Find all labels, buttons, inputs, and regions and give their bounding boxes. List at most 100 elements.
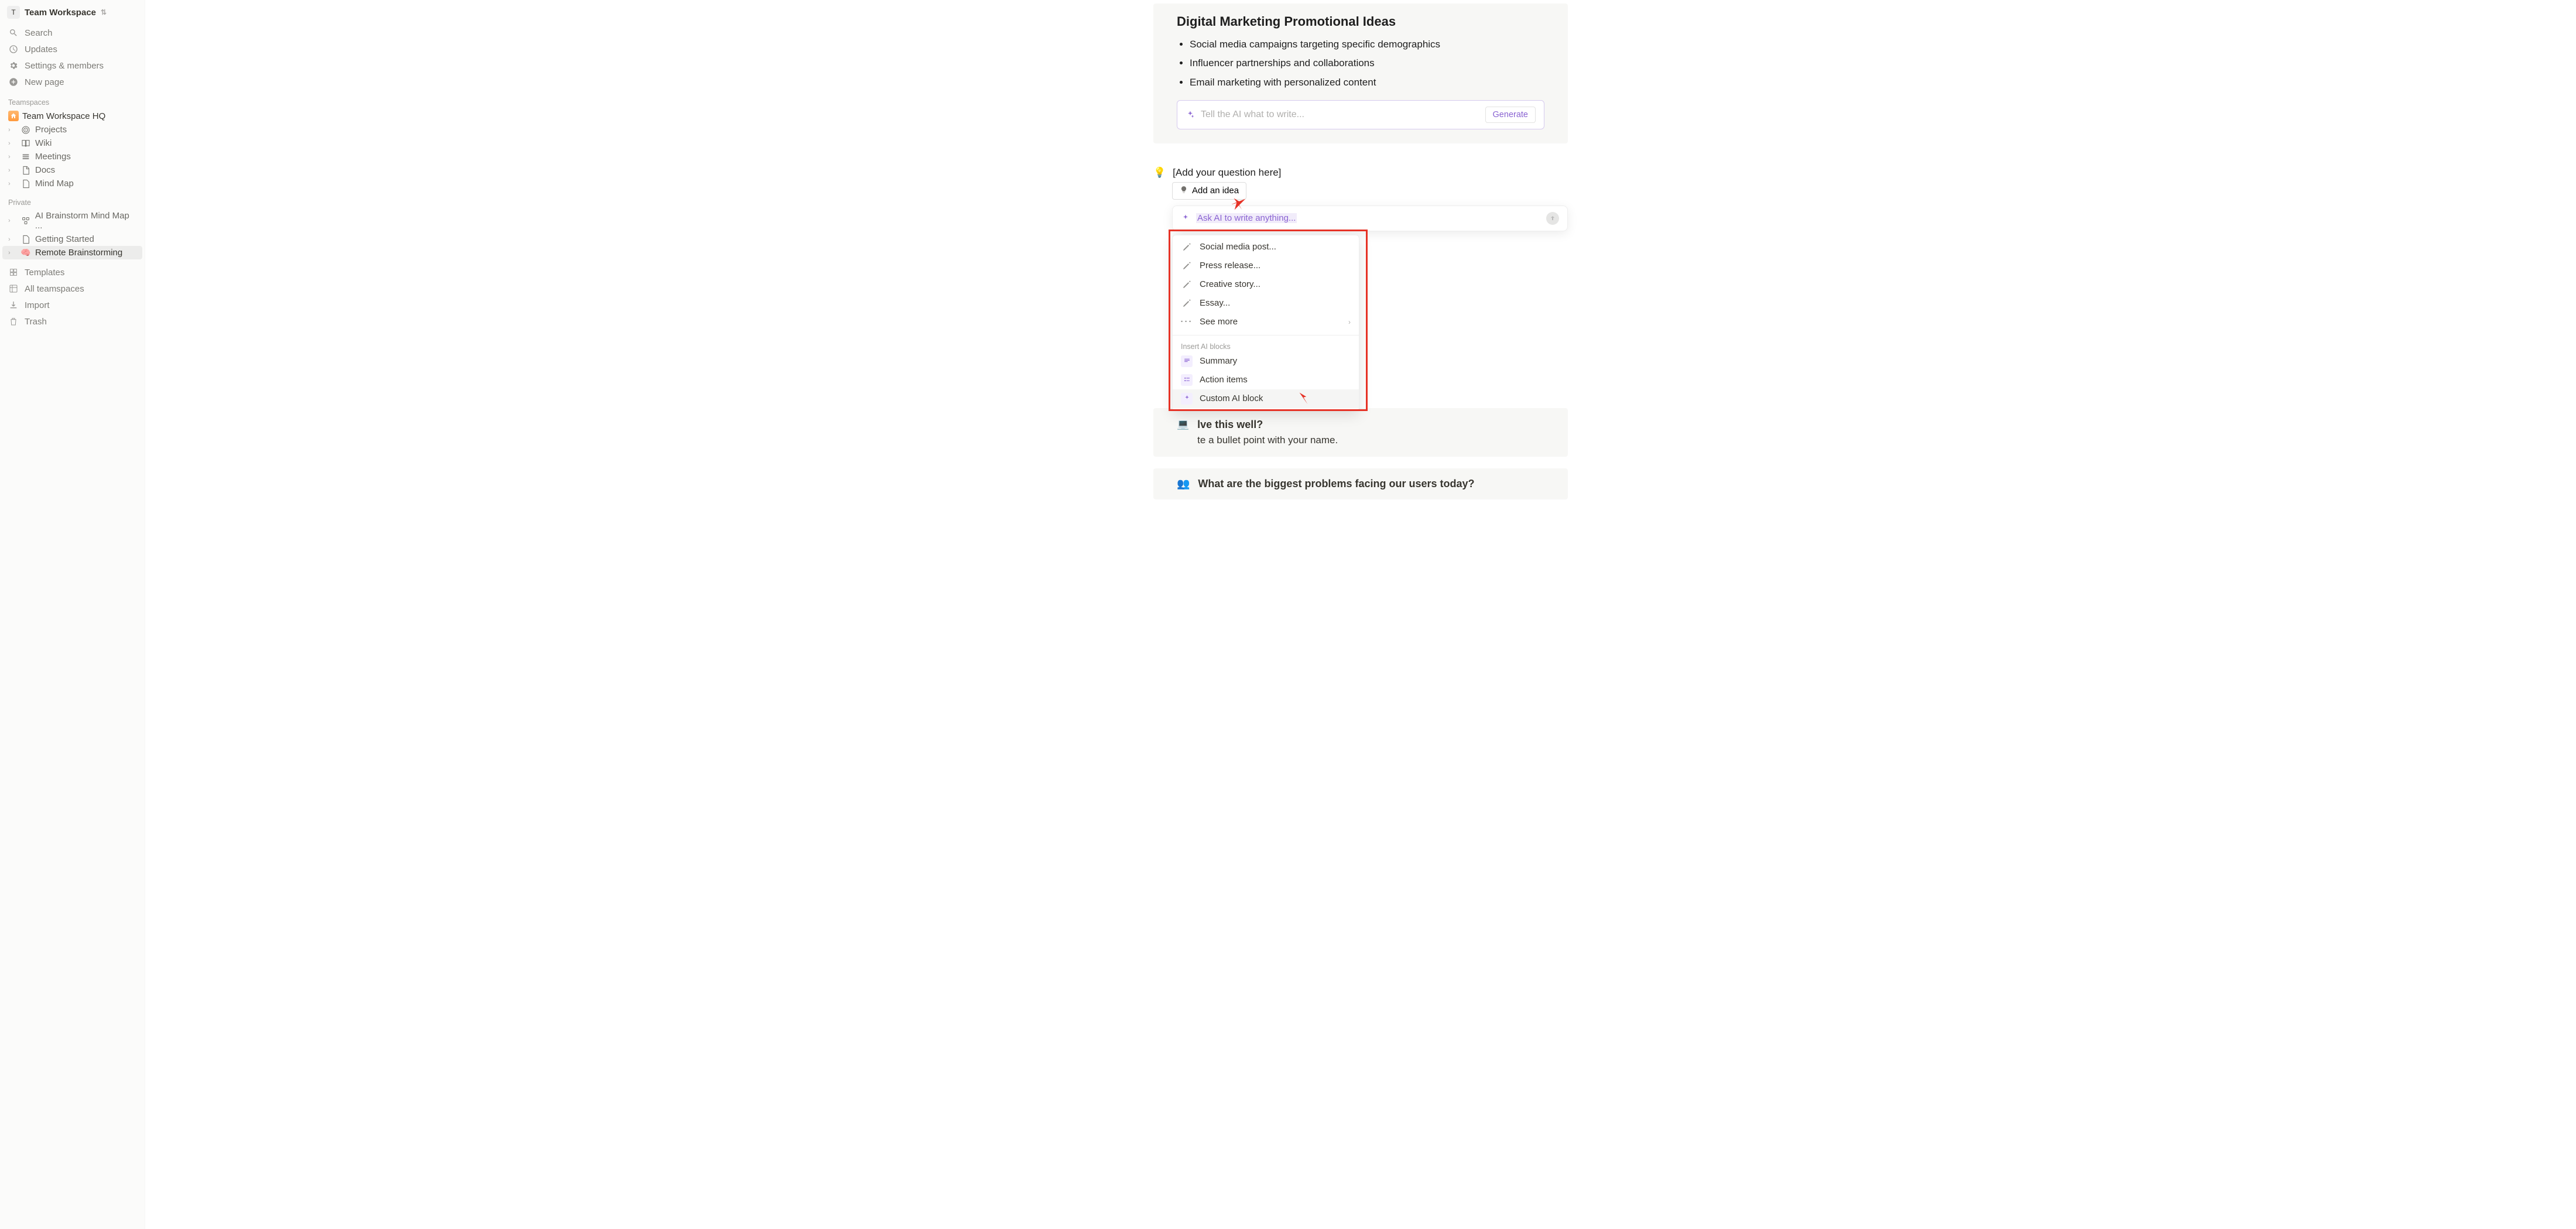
idea-block: 💡 [Add your question here] Add an idea A… [1153, 167, 1568, 499]
dd-essay[interactable]: Essay... [1173, 294, 1359, 313]
sidebar-all-teamspaces-label: All teamspaces [25, 284, 84, 294]
clock-icon [8, 44, 19, 54]
tree-remote-brainstorm-label: Remote Brainstorming [35, 248, 122, 258]
page-icon [20, 179, 32, 189]
sidebar-search[interactable]: Search [2, 25, 142, 41]
chevron-right-icon: › [8, 180, 16, 187]
workspace-switcher[interactable]: T Team Workspace ⇅ [2, 4, 142, 25]
chevron-right-icon: › [8, 217, 16, 224]
ai-dropdown: Social media post... Press release... Cr… [1172, 235, 1359, 411]
plus-circle-icon [8, 77, 19, 87]
summary-icon [1181, 355, 1193, 367]
pen-icon [1181, 260, 1193, 272]
tree-remote-brainstorm[interactable]: › 🧠 Remote Brainstorming [2, 246, 142, 259]
dd-summary[interactable]: Summary [1173, 352, 1359, 371]
checklist-icon [1181, 374, 1193, 386]
bulb-icon: 💡 [1153, 167, 1166, 179]
tree-mindmap[interactable]: › Mind Map [2, 177, 142, 190]
tree-ai-brainstorm[interactable]: › AI Brainstorm Mind Map ... [2, 209, 142, 232]
bulb-outline-icon [1180, 186, 1188, 196]
tree-getting-started-label: Getting Started [35, 234, 94, 244]
ideas-list: Social media campaigns targeting specifi… [1177, 35, 1544, 92]
templates-icon [8, 267, 19, 278]
tree-hq-label: Team Workspace HQ [22, 111, 105, 121]
idea-question[interactable]: [Add your question here] [1173, 167, 1281, 179]
dd-creative-story-label: Creative story... [1200, 279, 1260, 289]
ai-input-placeholder: Tell the AI what to write... [1201, 109, 1485, 120]
tree-meetings[interactable]: › Meetings [2, 150, 142, 163]
download-icon [8, 300, 19, 310]
dd-custom-ai-block-label: Custom AI block [1200, 393, 1263, 403]
ask-ai-placeholder: Ask AI to write anything... [1196, 213, 1297, 223]
ai-input[interactable]: Tell the AI what to write... Generate [1177, 100, 1544, 129]
home-icon [8, 111, 19, 121]
dd-summary-label: Summary [1200, 356, 1237, 366]
book-icon [20, 139, 32, 148]
sidebar-updates[interactable]: Updates [2, 41, 142, 57]
workspace-name: Team Workspace [25, 8, 96, 18]
idea-bullet: Social media campaigns targeting specifi… [1190, 35, 1544, 54]
ideas-card: Digital Marketing Promotional Ideas Soci… [1153, 4, 1568, 143]
gear-icon [8, 60, 19, 71]
dd-creative-story[interactable]: Creative story... [1173, 275, 1359, 294]
generate-button[interactable]: Generate [1485, 107, 1536, 123]
list-icon [20, 152, 32, 162]
tree-wiki[interactable]: › Wiki [2, 136, 142, 150]
sidebar-trash[interactable]: Trash [2, 313, 142, 330]
brain-icon: 🧠 [20, 248, 32, 258]
doc-icon [20, 166, 32, 175]
people-icon: 👥 [1177, 478, 1190, 490]
idea-bullet: Influencer partnerships and collaboratio… [1190, 54, 1544, 73]
peek-head-text: lve this well? [1197, 419, 1263, 430]
sparkle-icon [1186, 110, 1195, 119]
sidebar-templates[interactable]: Templates [2, 264, 142, 280]
tree-mindmap-label: Mind Map [35, 179, 74, 189]
peek-card: 💻 lve this well? te a bullet point with … [1153, 408, 1568, 457]
sidebar-import[interactable]: Import [2, 297, 142, 313]
sidebar-settings-label: Settings & members [25, 61, 104, 71]
sparkle-icon [1181, 214, 1190, 223]
dd-section-label: Insert AI blocks [1173, 339, 1359, 352]
tree-projects-label: Projects [35, 125, 67, 135]
trash-icon [8, 316, 19, 327]
pen-icon [1181, 297, 1193, 309]
tree-ai-brainstorm-label: AI Brainstorm Mind Map ... [35, 211, 139, 231]
chevron-right-icon: › [8, 140, 16, 147]
tree-docs[interactable]: › Docs [2, 163, 142, 177]
more-icon: ··· [1181, 316, 1193, 328]
sidebar-updates-label: Updates [25, 44, 57, 54]
idea-bullet: Email marketing with personalized conten… [1190, 73, 1544, 92]
chevron-right-icon: › [1348, 318, 1351, 326]
sidebar-newpage[interactable]: New page [2, 74, 142, 90]
tree-meetings-label: Meetings [35, 152, 71, 162]
tree-hq[interactable]: Team Workspace HQ [2, 109, 142, 123]
sidebar: T Team Workspace ⇅ Search Updates Settin… [0, 0, 145, 1229]
peek-card-2: 👥 What are the biggest problems facing o… [1153, 468, 1568, 499]
tree-projects[interactable]: › Projects [2, 123, 142, 136]
sidebar-settings[interactable]: Settings & members [2, 57, 142, 74]
sidebar-all-teamspaces[interactable]: All teamspaces [2, 280, 142, 297]
chevron-right-icon: › [8, 126, 16, 133]
peek-body-text: te a bullet point with your name. [1197, 434, 1544, 446]
sidebar-trash-label: Trash [25, 317, 47, 327]
dd-see-more[interactable]: ··· See more › [1173, 313, 1359, 331]
divider [1173, 335, 1359, 336]
ideas-title: Digital Marketing Promotional Ideas [1177, 14, 1544, 29]
chevron-right-icon: › [8, 167, 16, 174]
sparkle-icon [1181, 393, 1193, 405]
dd-custom-ai-block[interactable]: Custom AI block [1173, 389, 1359, 408]
add-idea-button[interactable]: Add an idea [1172, 182, 1246, 200]
dd-action-items[interactable]: Action items [1173, 371, 1359, 389]
sidebar-templates-label: Templates [25, 268, 64, 278]
tree-wiki-label: Wiki [35, 138, 52, 148]
dd-see-more-label: See more [1200, 317, 1238, 327]
add-idea-label: Add an idea [1192, 186, 1239, 196]
tree-getting-started[interactable]: › Getting Started [2, 232, 142, 246]
ask-ai-input[interactable]: Ask AI to write anything... [1172, 206, 1568, 231]
page-icon [20, 235, 32, 244]
pen-icon [1181, 279, 1193, 290]
dd-social-post[interactable]: Social media post... [1173, 238, 1359, 256]
dd-press-release[interactable]: Press release... [1173, 256, 1359, 275]
chevron-right-icon: › [8, 249, 16, 256]
send-button[interactable] [1546, 212, 1559, 225]
